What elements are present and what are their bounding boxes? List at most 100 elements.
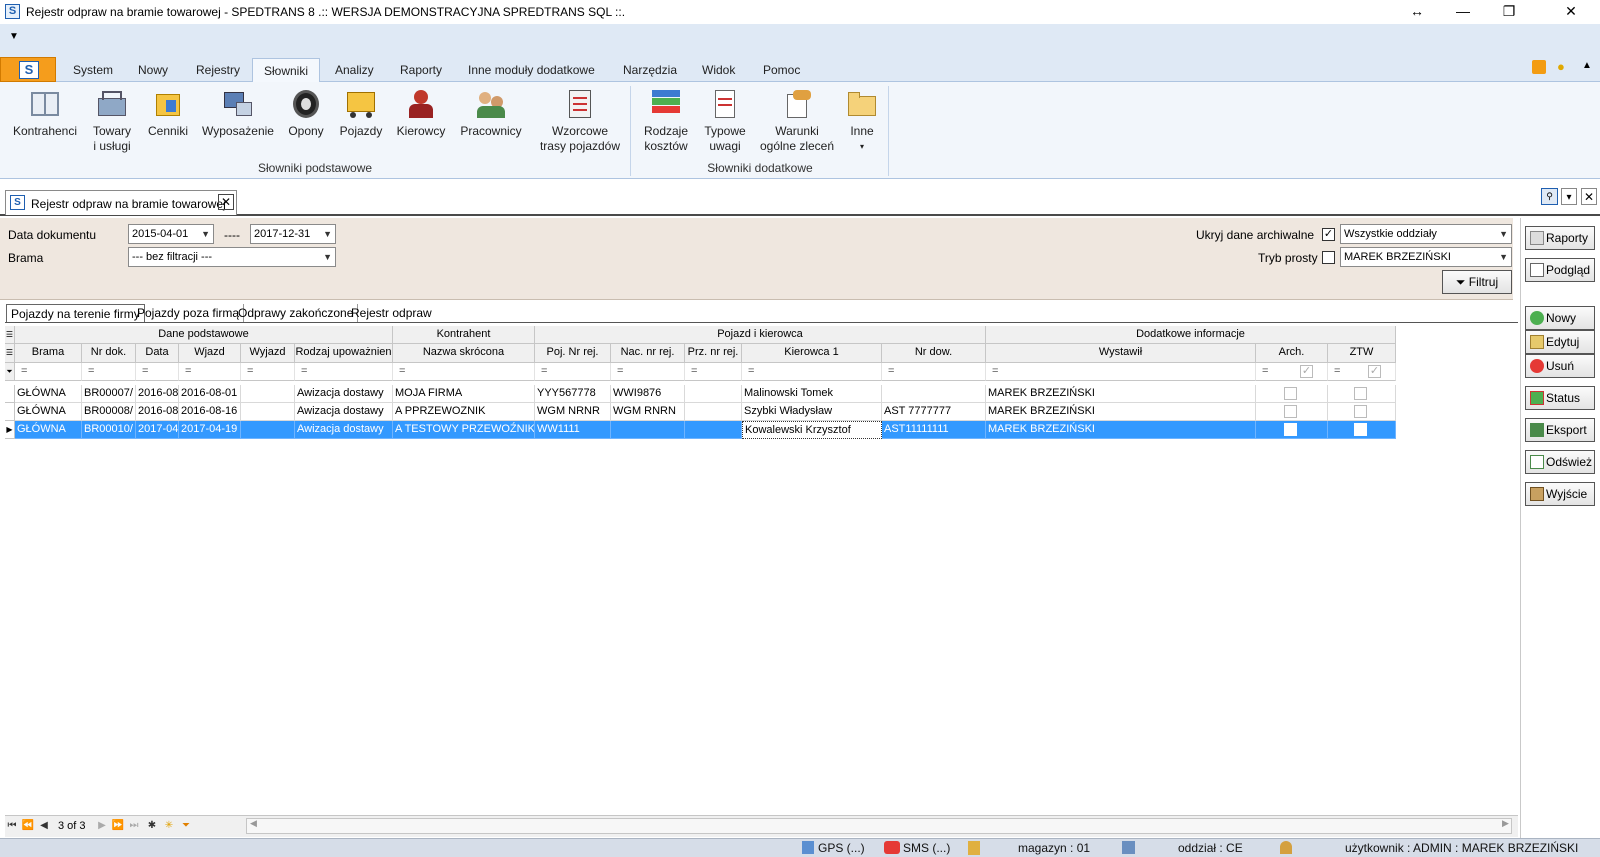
append-record-icon[interactable]: ✳ bbox=[162, 818, 176, 834]
wyposazenie-button[interactable]: Wyposażenie bbox=[200, 88, 276, 139]
edytuj-button[interactable]: Edytuj bbox=[1525, 330, 1595, 354]
user-select[interactable]: MAREK BRZEZIŃSKI ▼ bbox=[1340, 247, 1512, 267]
kontrahenci-button[interactable]: Kontrahenci bbox=[10, 88, 80, 139]
simple-mode-checkbox[interactable] bbox=[1322, 251, 1335, 264]
filter-cell[interactable]: = bbox=[882, 363, 986, 381]
date-from-picker[interactable]: 2015-04-01 ▼ bbox=[128, 224, 214, 244]
filter-checkbox[interactable]: ✓ bbox=[1368, 365, 1381, 378]
tab-slowniki[interactable]: Słowniki bbox=[252, 58, 321, 83]
sms-status[interactable]: SMS (...) bbox=[903, 841, 950, 855]
ztw-checkbox[interactable] bbox=[1354, 423, 1367, 436]
resize-icon[interactable]: ↔ bbox=[1394, 0, 1440, 22]
subtab-pojazdy-poza[interactable]: Pojazdy poza firmą bbox=[133, 304, 245, 322]
filter-cell[interactable]: = bbox=[241, 363, 295, 381]
gate-select[interactable]: --- bez filtracji --- ▼ bbox=[128, 247, 336, 267]
subtab-rejestr-odpraw[interactable]: Rejestr odpraw bbox=[347, 304, 436, 322]
tab-inne-moduly[interactable]: Inne moduły dodatkowe bbox=[457, 58, 606, 82]
col-header-arch[interactable]: Arch. bbox=[1256, 344, 1328, 363]
ztw-checkbox[interactable] bbox=[1354, 387, 1367, 400]
filter-cell[interactable]: = ✓ bbox=[1256, 363, 1328, 381]
filter-checkbox[interactable]: ✓ bbox=[1300, 365, 1313, 378]
subtab-pojazdy-na-terenie[interactable]: Pojazdy na terenie firmy bbox=[6, 304, 145, 322]
prev-page-icon[interactable]: ⏪ bbox=[21, 818, 35, 834]
filter-cell[interactable]: = ✓ bbox=[1328, 363, 1396, 381]
col-header-poj-nr-rej[interactable]: Poj. Nr rej. bbox=[535, 344, 611, 363]
maximize-button[interactable]: ❐ bbox=[1486, 0, 1532, 22]
ztw-checkbox[interactable] bbox=[1354, 405, 1367, 418]
arch-checkbox[interactable] bbox=[1284, 423, 1297, 436]
close-tab-button[interactable]: ✕ bbox=[218, 194, 234, 210]
raporty-button[interactable]: Raporty bbox=[1525, 226, 1595, 250]
tab-analizy[interactable]: Analizy bbox=[324, 58, 385, 82]
usun-button[interactable]: Usuń bbox=[1525, 354, 1595, 378]
insert-record-icon[interactable]: ✱ bbox=[145, 818, 159, 834]
pojazdy-button[interactable]: Pojazdy bbox=[336, 88, 386, 139]
tab-widok[interactable]: Widok bbox=[691, 58, 746, 82]
next-record-icon[interactable]: ▶ bbox=[95, 818, 109, 834]
date-to-picker[interactable]: 2017-12-31 ▼ bbox=[250, 224, 336, 244]
col-header-data[interactable]: Data bbox=[136, 344, 179, 363]
col-header-prz-nr-rej[interactable]: Prz. nr rej. bbox=[685, 344, 742, 363]
first-record-icon[interactable]: ⏮ bbox=[5, 818, 19, 834]
tab-rejestry[interactable]: Rejestry bbox=[185, 58, 251, 82]
filter-cell[interactable]: = bbox=[986, 363, 1256, 381]
tab-system[interactable]: System bbox=[62, 58, 124, 82]
towary-button[interactable]: Towary i usługi bbox=[86, 88, 138, 154]
hide-archive-checkbox[interactable]: ✓ bbox=[1322, 228, 1335, 241]
tab-narzedzia[interactable]: Narzędzia bbox=[612, 58, 688, 82]
filter-cell[interactable]: = bbox=[393, 363, 535, 381]
filter-cell[interactable]: = bbox=[15, 363, 82, 381]
subtab-odprawy-zakonczone[interactable]: Odprawy zakończone bbox=[234, 304, 359, 322]
eksport-button[interactable]: Eksport bbox=[1525, 418, 1595, 442]
window-list-icon[interactable]: ⚲ bbox=[1541, 188, 1558, 205]
opony-button[interactable]: Opony bbox=[284, 88, 328, 139]
col-header-nazwa[interactable]: Nazwa skrócona bbox=[393, 344, 535, 363]
col-header-nac-nr-rej[interactable]: Nac. nr rej. bbox=[611, 344, 685, 363]
rodzaje-kosztow-button[interactable]: Rodzaje kosztów bbox=[636, 88, 696, 154]
col-header-nr-dow[interactable]: Nr dow. bbox=[882, 344, 986, 363]
col-header-wystawil[interactable]: Wystawił bbox=[986, 344, 1256, 363]
col-header-nr-dok[interactable]: Nr dok. bbox=[82, 344, 136, 363]
rss-icon[interactable] bbox=[1532, 60, 1546, 74]
last-record-icon[interactable]: ⏭ bbox=[127, 818, 141, 834]
inne-button[interactable]: Inne ▾ bbox=[840, 88, 884, 154]
scroll-right-icon[interactable]: ▶ bbox=[1502, 818, 1509, 829]
arch-checkbox[interactable] bbox=[1284, 387, 1297, 400]
filter-cell[interactable]: = bbox=[685, 363, 742, 381]
column-chooser-icon[interactable]: ☰ bbox=[5, 344, 15, 363]
odswiez-button[interactable]: Odśwież bbox=[1525, 450, 1595, 474]
filter-cell[interactable]: = bbox=[136, 363, 179, 381]
prev-record-icon[interactable]: ◀ bbox=[37, 818, 51, 834]
filter-cell[interactable]: = bbox=[611, 363, 685, 381]
collapse-ribbon-icon[interactable]: ▲ bbox=[1582, 60, 1592, 71]
filter-cell[interactable]: = bbox=[742, 363, 882, 381]
podglad-button[interactable]: Podgląd bbox=[1525, 258, 1595, 282]
scroll-left-icon[interactable]: ◀ bbox=[250, 818, 257, 829]
pracownicy-button[interactable]: Pracownicy bbox=[458, 88, 524, 139]
close-window-button[interactable]: ✕ bbox=[1548, 0, 1594, 22]
col-header-wjazd[interactable]: Wjazd bbox=[179, 344, 241, 363]
filter-cell[interactable]: = bbox=[535, 363, 611, 381]
filter-button[interactable]: ⏷ Filtruj bbox=[1442, 270, 1512, 294]
col-header-brama[interactable]: Brama bbox=[15, 344, 82, 363]
branch-select[interactable]: Wszystkie oddziały ▼ bbox=[1340, 224, 1512, 244]
col-header-wyjazd[interactable]: Wyjazd bbox=[241, 344, 295, 363]
minimize-button[interactable]: — bbox=[1440, 0, 1486, 22]
filter-cell[interactable]: = bbox=[179, 363, 241, 381]
column-chooser-icon[interactable]: ☰ bbox=[5, 326, 15, 344]
wzorcowe-trasy-button[interactable]: Wzorcowe trasy pojazdów bbox=[534, 88, 626, 154]
cenniki-button[interactable]: Cenniki bbox=[144, 88, 192, 139]
tab-pomoc[interactable]: Pomoc bbox=[752, 58, 811, 82]
warunki-ogolne-button[interactable]: Warunki ogólne zleceń bbox=[756, 88, 838, 154]
tab-nowy[interactable]: Nowy bbox=[127, 58, 179, 82]
quick-access-dropdown-icon[interactable]: ▼ bbox=[9, 31, 19, 42]
filter-cell[interactable]: = bbox=[295, 363, 393, 381]
col-header-rodzaj[interactable]: Rodzaj upoważnien bbox=[295, 344, 393, 363]
horizontal-scrollbar[interactable] bbox=[246, 818, 1512, 834]
tab-raporty[interactable]: Raporty bbox=[389, 58, 453, 82]
next-page-icon[interactable]: ⏩ bbox=[111, 818, 125, 834]
lightbulb-icon[interactable]: ● bbox=[1557, 59, 1565, 74]
col-header-kierowca[interactable]: Kierowca 1 bbox=[742, 344, 882, 363]
application-menu-button[interactable]: S bbox=[0, 57, 56, 82]
tab-dropdown-icon[interactable]: ▾ bbox=[1561, 188, 1577, 205]
